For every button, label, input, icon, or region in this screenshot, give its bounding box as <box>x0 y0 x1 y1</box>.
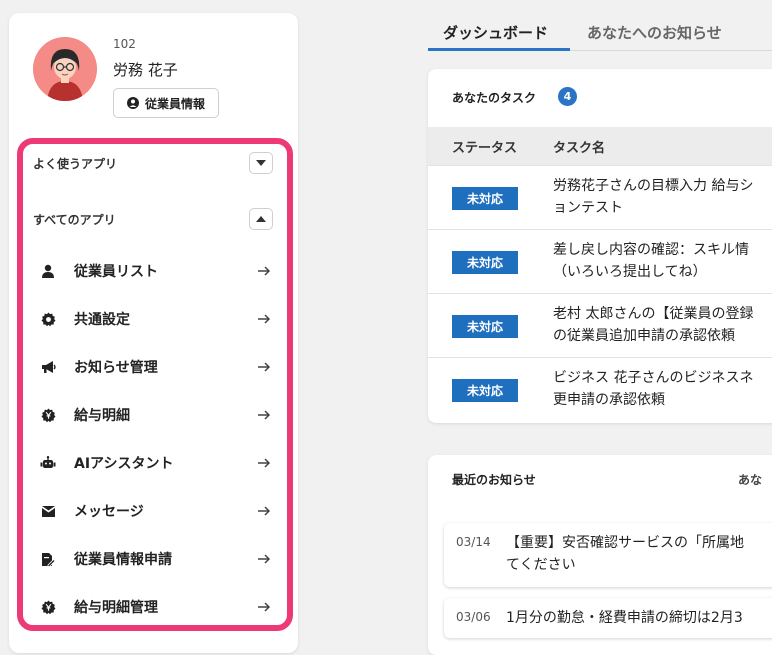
yen-gear-icon <box>40 599 56 615</box>
arrow-right-icon <box>258 602 271 612</box>
arrow-right-icon <box>258 458 271 468</box>
chevron-up-icon <box>256 216 266 222</box>
frequent-apps-toggle[interactable] <box>249 152 273 174</box>
task-name-line: ョンテスト <box>553 200 623 216</box>
all-apps-title: すべてのアプリ <box>33 213 116 227</box>
employee-info-button[interactable]: 従業員情報 <box>113 88 219 118</box>
tab-divider <box>570 50 772 51</box>
table-row[interactable]: 未対応 老村 太郎さんの【従業員の登録 の従業員追加申請の承認依頼 <box>428 293 772 359</box>
app-item-notice-management[interactable]: お知らせ管理 <box>40 352 272 382</box>
app-item-payslip[interactable]: 給与明細 <box>40 400 272 430</box>
avatar[interactable] <box>33 37 97 101</box>
news-item[interactable]: 03/06 1月分の勤怠・経費申請の締切は2月3 <box>444 598 772 638</box>
task-count-badge: 4 <box>558 87 577 106</box>
app-item-label: AIアシスタント <box>74 456 174 472</box>
task-name-line: 差し戻し内容の確認：スキル情 <box>553 242 749 258</box>
employee-name: 労務 花子 <box>113 61 178 79</box>
app-item-messages[interactable]: メッセージ <box>40 496 272 526</box>
app-item-label: 従業員リスト <box>74 264 158 280</box>
gear-icon <box>40 311 56 327</box>
task-name-line: 更申請の承認依頼 <box>553 392 665 408</box>
task-name-line: 老村 太郎さんの【従業員の登録 <box>553 306 754 322</box>
news-date: 03/14 <box>456 535 491 549</box>
active-tab-indicator <box>428 48 570 51</box>
app-item-employee-list[interactable]: 従業員リスト <box>40 256 272 286</box>
app-item-employee-info-request[interactable]: 従業員情報申請 <box>40 544 272 574</box>
status-badge: 未対応 <box>452 379 518 402</box>
news-item[interactable]: 03/14 【重要】安否確認サービスの「所属地 てください <box>444 523 772 587</box>
news-date: 03/06 <box>456 610 491 624</box>
table-row[interactable]: 未対応 労務花子さんの目標入力 給与シ ョンテスト <box>428 165 772 231</box>
arrow-right-icon <box>258 266 271 276</box>
task-card-title: あなたのタスク <box>452 91 537 105</box>
user-circle-icon <box>126 97 139 109</box>
frequent-apps-title: よく使うアプリ <box>33 157 118 171</box>
megaphone-icon <box>40 359 56 375</box>
column-header-status: ステータス <box>452 141 518 156</box>
task-name-line: 労務花子さんの目標入力 給与シ <box>553 178 754 194</box>
app-item-label: 給与明細管理 <box>74 600 158 616</box>
app-item-label: 従業員情報申請 <box>74 552 172 568</box>
news-view-all-link[interactable]: あな <box>738 471 762 488</box>
app-item-common-settings[interactable]: 共通設定 <box>40 304 272 334</box>
arrow-right-icon <box>258 506 271 516</box>
app-item-label: 共通設定 <box>74 312 130 328</box>
arrow-right-icon <box>258 362 271 372</box>
task-name-line: （いろいろ提出してね） <box>553 264 707 280</box>
column-header-task-name: タスク名 <box>553 141 606 156</box>
news-text-line: てください <box>506 557 576 573</box>
table-row[interactable]: 未対応 ビジネス 花子さんのビジネスネ 更申請の承認依頼 <box>428 357 772 423</box>
table-row[interactable]: 未対応 差し戻し内容の確認：スキル情 （いろいろ提出してね） <box>428 229 772 295</box>
robot-icon <box>40 455 56 471</box>
task-name-line: ビジネス 花子さんのビジネスネ <box>553 370 754 386</box>
chevron-down-icon <box>256 160 266 166</box>
task-name-line: の従業員追加申請の承認依頼 <box>553 328 735 344</box>
arrow-right-icon <box>258 410 271 420</box>
arrow-right-icon <box>258 554 271 564</box>
app-item-label: メッセージ <box>74 504 144 520</box>
yen-gear-icon <box>40 407 56 423</box>
task-card: あなたのタスク 4 ステータス タスク名 未対応 労務花子さんの目標入力 給与シ… <box>428 69 772 423</box>
recent-news-card: 最近のお知らせ あな 03/14 【重要】安否確認サービスの「所属地 てください… <box>428 455 772 655</box>
recent-news-title: 最近のお知らせ <box>452 473 536 487</box>
task-table-header: ステータス タスク名 <box>428 127 772 165</box>
document-edit-icon <box>40 551 56 567</box>
person-icon <box>40 263 56 279</box>
employee-number: 102 <box>113 37 136 51</box>
app-item-ai-assistant[interactable]: AIアシスタント <box>40 448 272 478</box>
employee-info-label: 従業員情報 <box>144 96 205 111</box>
status-badge: 未対応 <box>452 251 518 274</box>
tab-dashboard[interactable]: ダッシュボード <box>443 22 548 43</box>
app-item-label: お知らせ管理 <box>74 360 158 376</box>
envelope-icon <box>40 503 56 519</box>
all-apps-toggle[interactable] <box>249 208 273 230</box>
news-text-line: 【重要】安否確認サービスの「所属地 <box>506 535 744 551</box>
arrow-right-icon <box>258 314 271 324</box>
app-item-label: 給与明細 <box>74 408 130 424</box>
status-badge: 未対応 <box>452 315 518 338</box>
status-badge: 未対応 <box>452 187 518 210</box>
news-text-line: 1月分の勤怠・経費申請の締切は2月3 <box>506 610 743 626</box>
tab-notices-for-you[interactable]: あなたへのお知らせ <box>587 22 722 43</box>
app-item-payslip-management[interactable]: 給与明細管理 <box>40 592 272 622</box>
